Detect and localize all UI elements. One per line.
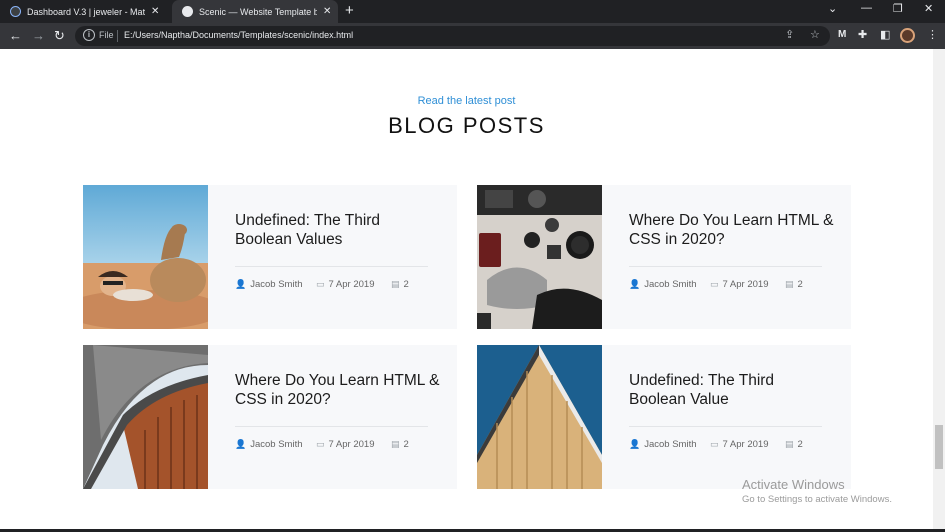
blog-card[interactable]: Undefined: The Third Boolean Value 👤 Jaco…	[477, 345, 851, 489]
post-author[interactable]: 👤 Jacob Smith	[235, 439, 303, 450]
post-comments[interactable]: ▤ 2	[391, 439, 409, 450]
restore-icon[interactable]: ❐	[893, 2, 903, 15]
blog-card[interactable]: Where Do You Learn HTML & CSS in 2020? 👤…	[83, 345, 457, 489]
post-image-building[interactable]	[477, 345, 602, 489]
user-icon: 👤	[629, 439, 641, 449]
close-window-icon[interactable]: ✕	[924, 2, 933, 15]
post-date: ▭ 7 Apr 2019	[710, 279, 768, 290]
post-image-flatlay[interactable]	[477, 185, 602, 329]
globe-icon	[182, 6, 193, 17]
author-name: Jacob Smith	[644, 279, 697, 290]
reload-icon[interactable]: ↻	[54, 27, 65, 45]
tab-search-icon[interactable]: ⌄	[828, 2, 837, 15]
watermark-title: Activate Windows	[742, 477, 845, 492]
blog-card[interactable]: Undefined: The Third Boolean Values 👤 Jac…	[83, 185, 457, 329]
card-divider	[235, 266, 428, 267]
watermark-subtitle: Go to Settings to activate Windows.	[742, 494, 892, 505]
post-image-camel[interactable]	[83, 185, 208, 329]
close-tab-icon[interactable]: ✕	[151, 6, 159, 17]
date-text: 7 Apr 2019	[328, 439, 375, 450]
post-title[interactable]: Where Do You Learn HTML & CSS in 2020?	[629, 211, 834, 249]
post-comments[interactable]: ▤ 2	[785, 279, 803, 290]
post-date: ▭ 7 Apr 2019	[710, 439, 768, 450]
comment-count: 2	[797, 439, 803, 450]
comment-count: 2	[797, 279, 803, 290]
section-kicker[interactable]: Read the latest post	[0, 95, 933, 107]
comment-count: 2	[403, 279, 409, 290]
browser-toolbar: ← → ↻ i File E:/Users/Naptha/Documents/T…	[0, 23, 945, 49]
author-name: Jacob Smith	[250, 279, 303, 290]
browser-tab-strip: Dashboard V.3 | jeweler - Materi ✕ Sceni…	[0, 0, 945, 23]
comment-icon: ▤	[785, 279, 794, 289]
scheme-label: File	[99, 30, 114, 40]
user-icon: 👤	[235, 439, 247, 449]
card-divider	[629, 426, 822, 427]
tab-scenic[interactable]: Scenic — Website Template by C ✕	[172, 0, 338, 23]
extensions-puzzle-icon[interactable]: ✚	[858, 28, 867, 42]
minimize-icon[interactable]: —	[861, 2, 872, 14]
page-viewport: Read the latest post BLOG POSTS Undefine…	[0, 49, 933, 529]
share-icon[interactable]: ⇪	[785, 28, 794, 41]
activation-watermark: Activate Windows Go to Settings to activ…	[742, 477, 892, 505]
url-text[interactable]: E:/Users/Naptha/Documents/Templates/scen…	[124, 30, 353, 40]
tab-dashboard[interactable]: Dashboard V.3 | jeweler - Materi ✕	[0, 0, 170, 23]
card-divider	[629, 266, 822, 267]
scrollbar-thumb[interactable]	[935, 425, 943, 469]
post-title[interactable]: Undefined: The Third Boolean Values	[235, 211, 440, 249]
side-panel-icon[interactable]: ◧	[880, 28, 890, 42]
date-text: 7 Apr 2019	[328, 279, 375, 290]
post-title[interactable]: Undefined: The Third Boolean Value	[629, 371, 834, 409]
section-heading: BLOG POSTS	[388, 113, 545, 138]
post-date: ▭ 7 Apr 2019	[316, 439, 374, 450]
calendar-icon: ▭	[316, 439, 325, 449]
profile-avatar[interactable]	[900, 28, 915, 43]
calendar-icon: ▭	[710, 439, 719, 449]
user-icon: 👤	[629, 279, 641, 289]
calendar-icon: ▭	[710, 279, 719, 289]
new-tab-button[interactable]: +	[345, 3, 354, 19]
post-image-architecture[interactable]	[83, 345, 208, 489]
page-scrollbar[interactable]	[933, 49, 945, 529]
more-menu-icon[interactable]: ⋮	[927, 28, 938, 42]
forward-icon[interactable]: →	[32, 27, 45, 45]
author-name: Jacob Smith	[250, 439, 303, 450]
tab-title: Scenic — Website Template by C	[199, 6, 317, 17]
user-icon: 👤	[235, 279, 247, 289]
date-text: 7 Apr 2019	[722, 439, 769, 450]
tab-favicon-icon	[10, 6, 21, 17]
comment-count: 2	[403, 439, 409, 450]
address-divider	[117, 30, 118, 42]
post-author[interactable]: 👤 Jacob Smith	[629, 279, 697, 290]
author-name: Jacob Smith	[644, 439, 697, 450]
close-tab-icon[interactable]: ✕	[323, 6, 331, 17]
post-author[interactable]: 👤 Jacob Smith	[629, 439, 697, 450]
post-title[interactable]: Where Do You Learn HTML & CSS in 2020?	[235, 371, 440, 409]
post-author[interactable]: 👤 Jacob Smith	[235, 279, 303, 290]
extension-m-icon[interactable]: M	[838, 28, 846, 42]
date-text: 7 Apr 2019	[722, 279, 769, 290]
back-icon[interactable]: ←	[9, 27, 22, 45]
tab-title: Dashboard V.3 | jeweler - Materi	[27, 6, 145, 17]
post-comments[interactable]: ▤ 2	[785, 439, 803, 450]
post-date: ▭ 7 Apr 2019	[316, 279, 374, 290]
post-comments[interactable]: ▤ 2	[391, 279, 409, 290]
comment-icon: ▤	[391, 439, 400, 449]
comment-icon: ▤	[391, 279, 400, 289]
blog-card[interactable]: Where Do You Learn HTML & CSS in 2020? 👤…	[477, 185, 851, 329]
calendar-icon: ▭	[316, 279, 325, 289]
card-divider	[235, 426, 428, 427]
address-bar[interactable]: i File E:/Users/Naptha/Documents/Templat…	[75, 26, 830, 46]
bookmark-star-icon[interactable]: ☆	[810, 28, 820, 41]
comment-icon: ▤	[785, 439, 794, 449]
site-info-icon[interactable]: i	[83, 29, 95, 41]
